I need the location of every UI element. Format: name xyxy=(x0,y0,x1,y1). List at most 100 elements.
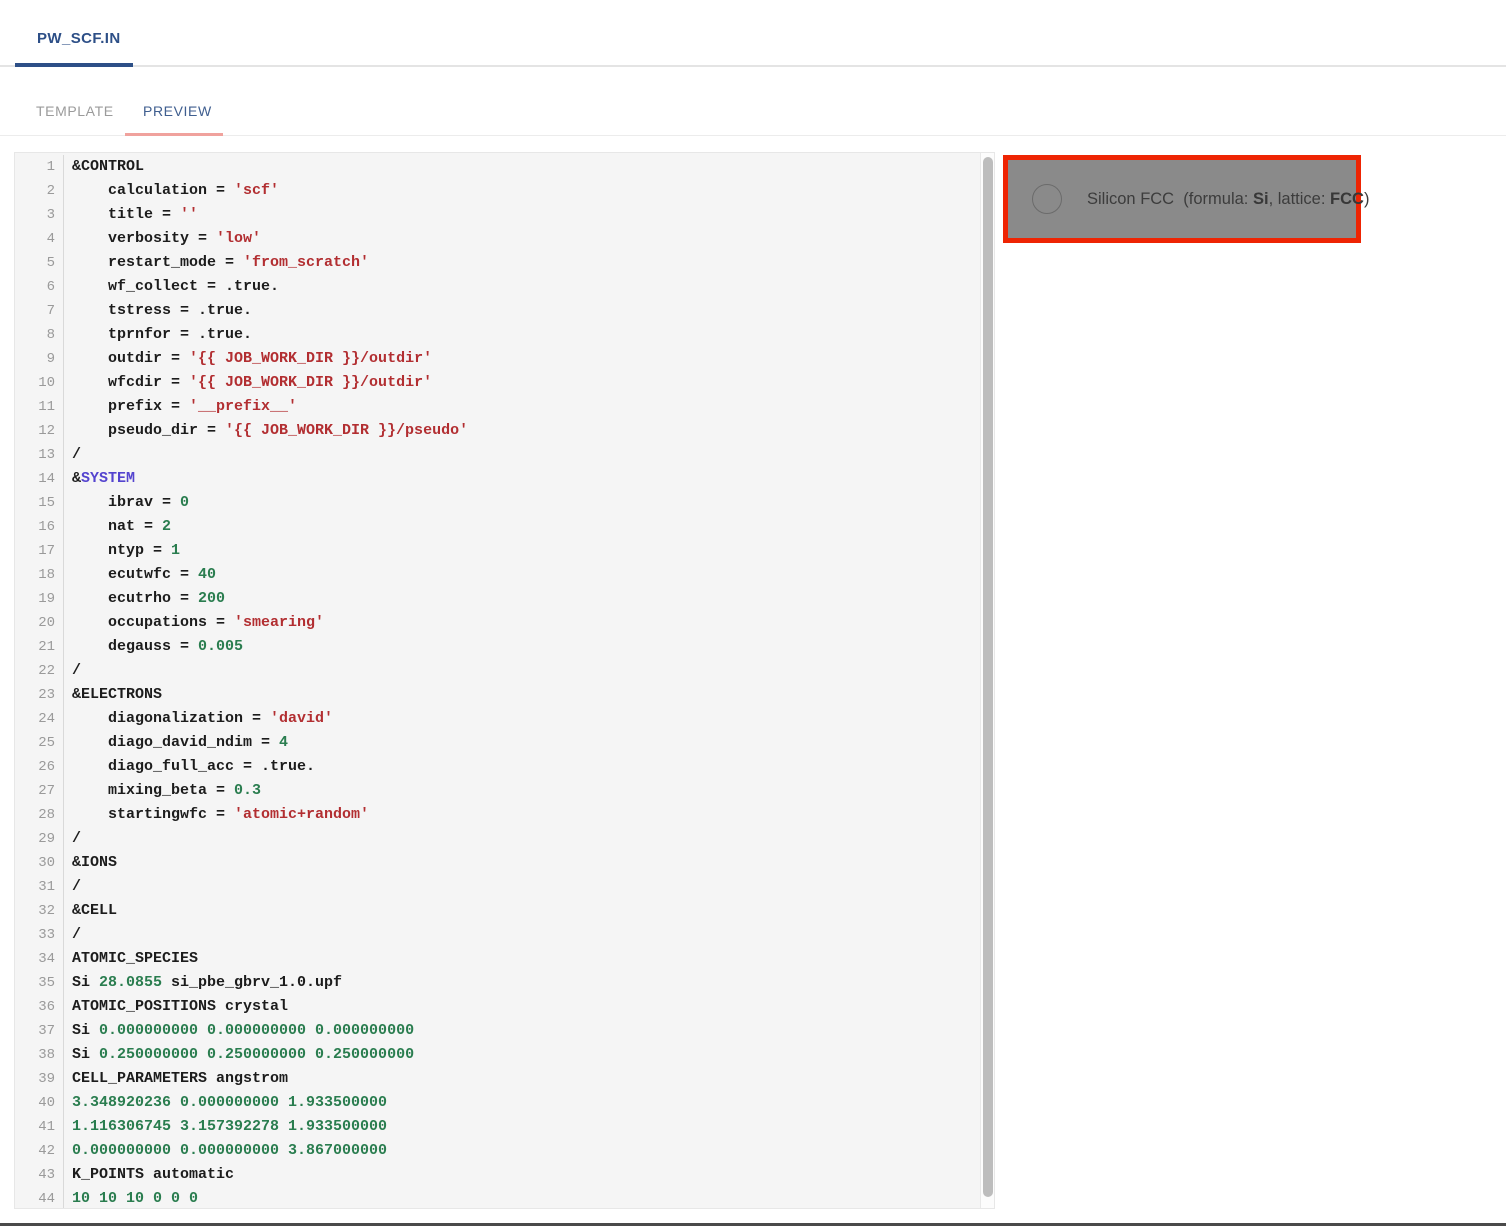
line-number: 30 xyxy=(15,851,64,875)
line-number: 18 xyxy=(15,563,64,587)
line-code: occupations = 'smearing' xyxy=(64,611,324,635)
line-code: 1.116306745 3.157392278 1.933500000 xyxy=(64,1115,387,1139)
line-number: 22 xyxy=(15,659,64,683)
line-code: verbosity = 'low' xyxy=(64,227,261,251)
line-code: Si 0.250000000 0.250000000 0.250000000 xyxy=(64,1043,414,1067)
code-line: 11 prefix = '__prefix__' xyxy=(15,395,994,419)
line-number: 25 xyxy=(15,731,64,755)
line-number: 20 xyxy=(15,611,64,635)
window-bottom-edge xyxy=(0,1223,1506,1226)
line-number: 1 xyxy=(15,155,64,179)
line-number: 21 xyxy=(15,635,64,659)
line-code: / xyxy=(64,923,81,947)
code-line: 19 ecutrho = 200 xyxy=(15,587,994,611)
line-code: nat = 2 xyxy=(64,515,171,539)
line-number: 28 xyxy=(15,803,64,827)
line-code: 0.000000000 0.000000000 3.867000000 xyxy=(64,1139,387,1163)
line-code: diagonalization = 'david' xyxy=(64,707,333,731)
line-code: startingwfc = 'atomic+random' xyxy=(64,803,369,827)
code-line: 35Si 28.0855 si_pbe_gbrv_1.0.upf xyxy=(15,971,994,995)
line-number: 32 xyxy=(15,899,64,923)
code-line: 33/ xyxy=(15,923,994,947)
line-number: 31 xyxy=(15,875,64,899)
line-number: 33 xyxy=(15,923,64,947)
line-number: 11 xyxy=(15,395,64,419)
code-line: 23&ELECTRONS xyxy=(15,683,994,707)
code-line: 12 pseudo_dir = '{{ JOB_WORK_DIR }}/pseu… xyxy=(15,419,994,443)
tab-template[interactable]: TEMPLATE xyxy=(36,103,114,119)
line-number: 7 xyxy=(15,299,64,323)
editor-scrollbar[interactable] xyxy=(980,153,994,1208)
code-line: 403.348920236 0.000000000 1.933500000 xyxy=(15,1091,994,1115)
code-line: 3 title = '' xyxy=(15,203,994,227)
line-code: mixing_beta = 0.3 xyxy=(64,779,261,803)
line-number: 10 xyxy=(15,371,64,395)
line-number: 43 xyxy=(15,1163,64,1187)
line-code: 3.348920236 0.000000000 1.933500000 xyxy=(64,1091,387,1115)
code-line: 17 ntyp = 1 xyxy=(15,539,994,563)
preview-active-underline xyxy=(125,133,223,136)
material-formula: Si xyxy=(1253,190,1269,208)
code-line: 21 degauss = 0.005 xyxy=(15,635,994,659)
code-line: 25 diago_david_ndim = 4 xyxy=(15,731,994,755)
line-number: 3 xyxy=(15,203,64,227)
radio-button[interactable] xyxy=(1032,184,1062,214)
line-code: ecutwfc = 40 xyxy=(64,563,216,587)
code-line: 10 wfcdir = '{{ JOB_WORK_DIR }}/outdir' xyxy=(15,371,994,395)
line-number: 16 xyxy=(15,515,64,539)
line-number: 39 xyxy=(15,1067,64,1091)
line-code: degauss = 0.005 xyxy=(64,635,243,659)
material-label: Silicon FCC (formula: Si, lattice: FCC) xyxy=(1087,190,1369,209)
code-line: 36ATOMIC_POSITIONS crystal xyxy=(15,995,994,1019)
code-line: 420.000000000 0.000000000 3.867000000 xyxy=(15,1139,994,1163)
editor-scrollbar-thumb[interactable] xyxy=(983,157,993,1197)
code-line: 32&CELL xyxy=(15,899,994,923)
code-line: 24 diagonalization = 'david' xyxy=(15,707,994,731)
code-line: 4 verbosity = 'low' xyxy=(15,227,994,251)
line-number: 40 xyxy=(15,1091,64,1115)
code-line: 8 tprnfor = .true. xyxy=(15,323,994,347)
line-number: 36 xyxy=(15,995,64,1019)
line-number: 9 xyxy=(15,347,64,371)
line-code: prefix = '__prefix__' xyxy=(64,395,297,419)
line-code: pseudo_dir = '{{ JOB_WORK_DIR }}/pseudo' xyxy=(64,419,468,443)
line-number: 19 xyxy=(15,587,64,611)
line-code: tstress = .true. xyxy=(64,299,252,323)
line-code: ibrav = 0 xyxy=(64,491,189,515)
material-option-silicon-fcc[interactable]: Silicon FCC (formula: Si, lattice: FCC) xyxy=(1003,155,1361,243)
code-line: 5 restart_mode = 'from_scratch' xyxy=(15,251,994,275)
code-editor[interactable]: 1&CONTROL2 calculation = 'scf'3 title = … xyxy=(14,152,995,1209)
line-code: calculation = 'scf' xyxy=(64,179,279,203)
line-code: &ELECTRONS xyxy=(64,683,162,707)
line-number: 8 xyxy=(15,323,64,347)
line-number: 15 xyxy=(15,491,64,515)
code-line: 38Si 0.250000000 0.250000000 0.250000000 xyxy=(15,1043,994,1067)
code-line: 22/ xyxy=(15,659,994,683)
line-code: 10 10 10 0 0 0 xyxy=(64,1187,198,1209)
code-line: 7 tstress = .true. xyxy=(15,299,994,323)
line-number: 17 xyxy=(15,539,64,563)
tab-preview[interactable]: PREVIEW xyxy=(143,103,212,119)
line-number: 12 xyxy=(15,419,64,443)
code-line: 16 nat = 2 xyxy=(15,515,994,539)
file-tab-active-underline xyxy=(15,63,133,67)
line-code: &CONTROL xyxy=(64,155,144,179)
code-line: 1&CONTROL xyxy=(15,155,994,179)
line-code: / xyxy=(64,443,81,467)
file-tab-pw-scf-in[interactable]: PW_SCF.IN xyxy=(37,30,121,47)
code-line: 43K_POINTS automatic xyxy=(15,1163,994,1187)
file-tab-divider xyxy=(0,65,1506,67)
line-code: ecutrho = 200 xyxy=(64,587,225,611)
code-line: 9 outdir = '{{ JOB_WORK_DIR }}/outdir' xyxy=(15,347,994,371)
line-code: ntyp = 1 xyxy=(64,539,180,563)
code-line: 31/ xyxy=(15,875,994,899)
line-code: outdir = '{{ JOB_WORK_DIR }}/outdir' xyxy=(64,347,432,371)
line-code: wf_collect = .true. xyxy=(64,275,279,299)
line-code: / xyxy=(64,659,81,683)
line-code: &SYSTEM xyxy=(64,467,135,491)
line-number: 44 xyxy=(15,1187,64,1209)
line-code: ATOMIC_POSITIONS crystal xyxy=(64,995,288,1019)
code-line: 28 startingwfc = 'atomic+random' xyxy=(15,803,994,827)
material-lattice: FCC xyxy=(1330,190,1364,208)
line-code: restart_mode = 'from_scratch' xyxy=(64,251,369,275)
